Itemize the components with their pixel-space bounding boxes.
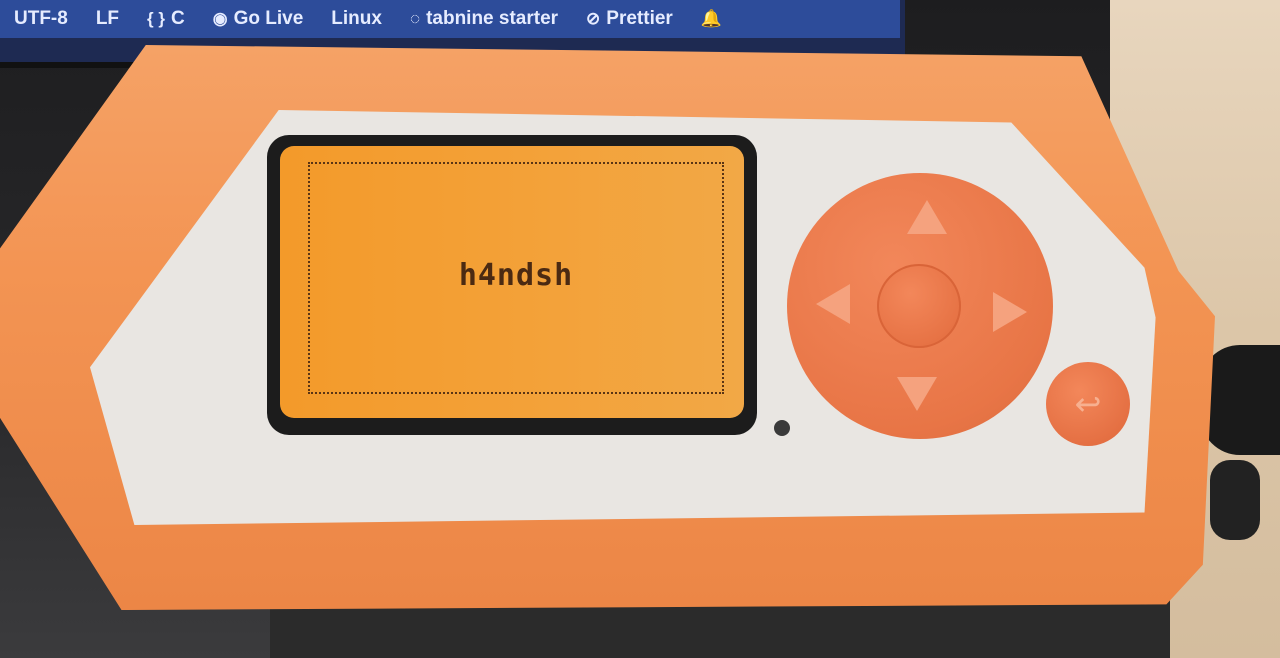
lcd-name-text: h4ndsh — [458, 258, 574, 293]
editor-status-bar: UTF-8 LF { } C ◉ Go Live Linux ◌ tabnine… — [0, 0, 900, 38]
back-button[interactable]: ↩ — [1046, 362, 1130, 446]
status-item-go-live[interactable]: ◉ Go Live — [199, 8, 318, 30]
broadcast-icon: ◉ — [212, 9, 228, 28]
status-label-os: Linux — [331, 8, 382, 29]
status-label-prettier: Prettier — [606, 8, 673, 29]
status-item-notifications[interactable]: 🔔 — [687, 9, 736, 29]
status-item-os[interactable]: Linux — [317, 8, 396, 30]
dpad-right-arrow-icon[interactable] — [993, 292, 1027, 332]
status-led — [774, 420, 790, 436]
status-item-tabnine[interactable]: ◌ tabnine starter — [396, 8, 572, 30]
status-item-encoding[interactable]: UTF-8 — [0, 8, 82, 30]
status-label-eol: LF — [95, 8, 120, 29]
status-item-prettier[interactable]: ⊘ Prettier — [572, 8, 687, 30]
back-arrow-icon: ↩ — [1074, 385, 1102, 423]
bell-icon: 🔔 — [700, 9, 722, 28]
dpad-down-arrow-icon[interactable] — [897, 377, 937, 411]
prettier-icon: ⊘ — [586, 9, 601, 28]
tabnine-icon: ◌ — [409, 9, 421, 28]
status-item-language[interactable]: { } C — [133, 8, 199, 30]
dpad-up-arrow-icon[interactable] — [907, 200, 947, 234]
status-label-go-live: Go Live — [233, 8, 304, 29]
status-label-language: C — [171, 8, 185, 29]
braces-icon: { } — [147, 9, 166, 28]
status-item-eol[interactable]: LF — [82, 8, 133, 30]
usb-cable-connector — [1210, 460, 1260, 540]
status-label-encoding: UTF-8 — [14, 8, 68, 29]
ok-button[interactable] — [877, 264, 961, 348]
dpad-left-arrow-icon[interactable] — [816, 284, 850, 324]
status-label-tabnine: tabnine starter — [426, 8, 559, 29]
